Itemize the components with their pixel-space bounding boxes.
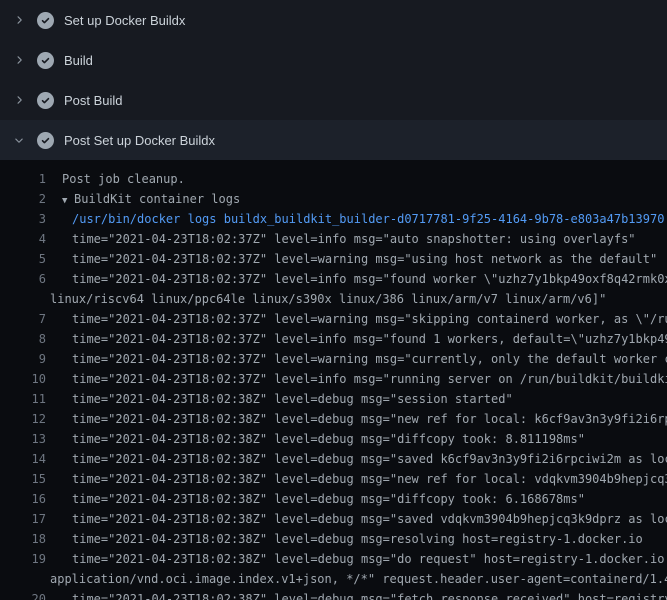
line-number[interactable]: 4	[0, 229, 46, 249]
log-line: 15time="2021-04-23T18:02:38Z" level=debu…	[0, 469, 667, 489]
line-number[interactable]: 11	[0, 389, 46, 409]
line-number	[0, 289, 46, 309]
log-line: 8time="2021-04-23T18:02:37Z" level=info …	[0, 329, 667, 349]
log-line: 9time="2021-04-23T18:02:37Z" level=warni…	[0, 349, 667, 369]
step-row[interactable]: Post Build	[0, 80, 667, 120]
log-area: 1Post job cleanup.2▼BuildKit container l…	[0, 160, 667, 600]
log-line: 3/usr/bin/docker logs buildx_buildkit_bu…	[0, 209, 667, 229]
log-text: time="2021-04-23T18:02:38Z" level=debug …	[46, 389, 513, 409]
log-line: 16time="2021-04-23T18:02:38Z" level=debu…	[0, 489, 667, 509]
log-text: time="2021-04-23T18:02:37Z" level=info m…	[46, 369, 667, 389]
step-row[interactable]: Build	[0, 40, 667, 80]
line-number[interactable]: 19	[0, 549, 46, 569]
log-text: Post job cleanup.	[46, 169, 185, 189]
log-text: linux/riscv64 linux/ppc64le linux/s390x …	[46, 289, 606, 309]
log-line: linux/riscv64 linux/ppc64le linux/s390x …	[0, 289, 667, 309]
log-line: 11time="2021-04-23T18:02:38Z" level=debu…	[0, 389, 667, 409]
log-line: 20time="2021-04-23T18:02:38Z" level=debu…	[0, 589, 667, 600]
check-circle-icon	[37, 12, 54, 29]
step-label: Build	[64, 53, 93, 68]
log-text: time="2021-04-23T18:02:38Z" level=debug …	[46, 429, 585, 449]
log-text: time="2021-04-23T18:02:38Z" level=debug …	[46, 589, 667, 600]
line-number[interactable]: 6	[0, 269, 46, 289]
workflow-log-viewer: Set up Docker Buildx Build Post Build Po…	[0, 0, 667, 600]
log-text[interactable]: ▼BuildKit container logs	[46, 189, 240, 209]
chevron-right-icon	[13, 14, 25, 26]
steps-list: Set up Docker Buildx Build Post Build Po…	[0, 0, 667, 160]
log-text: time="2021-04-23T18:02:38Z" level=debug …	[46, 509, 667, 529]
log-text: time="2021-04-23T18:02:37Z" level=info m…	[46, 329, 667, 349]
log-line: 12time="2021-04-23T18:02:38Z" level=debu…	[0, 409, 667, 429]
line-number	[0, 569, 46, 589]
log-line: 10time="2021-04-23T18:02:37Z" level=info…	[0, 369, 667, 389]
log-text: time="2021-04-23T18:02:38Z" level=debug …	[46, 489, 585, 509]
line-number[interactable]: 2	[0, 189, 46, 209]
chevron-right-icon	[13, 94, 25, 106]
line-number[interactable]: 15	[0, 469, 46, 489]
log-text: time="2021-04-23T18:02:38Z" level=debug …	[46, 409, 667, 429]
line-number[interactable]: 9	[0, 349, 46, 369]
line-number[interactable]: 17	[0, 509, 46, 529]
line-number[interactable]: 16	[0, 489, 46, 509]
step-row[interactable]: Post Set up Docker Buildx	[0, 120, 667, 160]
log-line: 13time="2021-04-23T18:02:38Z" level=debu…	[0, 429, 667, 449]
step-label: Post Build	[64, 93, 123, 108]
log-text: time="2021-04-23T18:02:37Z" level=warnin…	[46, 309, 667, 329]
step-label: Set up Docker Buildx	[64, 13, 185, 28]
line-number[interactable]: 1	[0, 169, 46, 189]
line-number[interactable]: 7	[0, 309, 46, 329]
log-line: 6time="2021-04-23T18:02:37Z" level=info …	[0, 269, 667, 289]
log-text: time="2021-04-23T18:02:38Z" level=debug …	[46, 469, 667, 489]
step-label: Post Set up Docker Buildx	[64, 133, 215, 148]
log-text: time="2021-04-23T18:02:37Z" level=info m…	[46, 269, 667, 289]
log-text: time="2021-04-23T18:02:37Z" level=warnin…	[46, 249, 657, 269]
check-circle-icon	[37, 92, 54, 109]
log-text: application/vnd.oci.image.index.v1+json,…	[46, 569, 667, 589]
log-text: time="2021-04-23T18:02:38Z" level=debug …	[46, 549, 667, 569]
log-line: 14time="2021-04-23T18:02:38Z" level=debu…	[0, 449, 667, 469]
log-line: 2▼BuildKit container logs	[0, 189, 667, 209]
chevron-right-icon	[13, 54, 25, 66]
log-line: 7time="2021-04-23T18:02:37Z" level=warni…	[0, 309, 667, 329]
log-line: 17time="2021-04-23T18:02:38Z" level=debu…	[0, 509, 667, 529]
line-number[interactable]: 5	[0, 249, 46, 269]
log-text: time="2021-04-23T18:02:38Z" level=debug …	[46, 449, 667, 469]
line-number[interactable]: 18	[0, 529, 46, 549]
log-line: 19time="2021-04-23T18:02:38Z" level=debu…	[0, 549, 667, 569]
line-number[interactable]: 10	[0, 369, 46, 389]
line-number[interactable]: 12	[0, 409, 46, 429]
log-text: time="2021-04-23T18:02:37Z" level=warnin…	[46, 349, 667, 369]
line-number[interactable]: 13	[0, 429, 46, 449]
log-line: application/vnd.oci.image.index.v1+json,…	[0, 569, 667, 589]
chevron-down-icon	[13, 134, 25, 146]
group-collapse-arrow-icon[interactable]: ▼	[62, 191, 74, 211]
line-number[interactable]: 20	[0, 589, 46, 600]
log-line: 1Post job cleanup.	[0, 169, 667, 189]
line-number[interactable]: 14	[0, 449, 46, 469]
log-line: 5time="2021-04-23T18:02:37Z" level=warni…	[0, 249, 667, 269]
check-circle-icon	[37, 132, 54, 149]
command-text: /usr/bin/docker logs buildx_buildkit_bui…	[46, 209, 664, 229]
check-circle-icon	[37, 52, 54, 69]
log-text: time="2021-04-23T18:02:38Z" level=debug …	[46, 529, 643, 549]
log-line: 4time="2021-04-23T18:02:37Z" level=info …	[0, 229, 667, 249]
line-number[interactable]: 3	[0, 209, 46, 229]
line-number[interactable]: 8	[0, 329, 46, 349]
log-line: 18time="2021-04-23T18:02:38Z" level=debu…	[0, 529, 667, 549]
log-text: time="2021-04-23T18:02:37Z" level=info m…	[46, 229, 636, 249]
step-row[interactable]: Set up Docker Buildx	[0, 0, 667, 40]
